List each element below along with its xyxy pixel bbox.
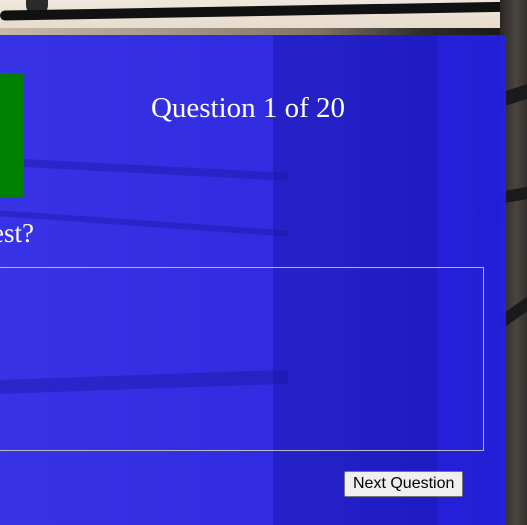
panel-shadow — [0, 209, 288, 237]
ring-rope — [0, 1, 527, 21]
question-counter: Question 1 of 20 — [150, 92, 346, 124]
quiz-panel: Question 1 of 20 est? Next Question — [0, 35, 506, 525]
next-question-button[interactable]: Next Question — [344, 471, 464, 497]
panel-shadow — [0, 157, 289, 181]
answers-container — [0, 267, 484, 451]
timer-block — [0, 73, 24, 198]
question-text: est? — [0, 218, 34, 248]
